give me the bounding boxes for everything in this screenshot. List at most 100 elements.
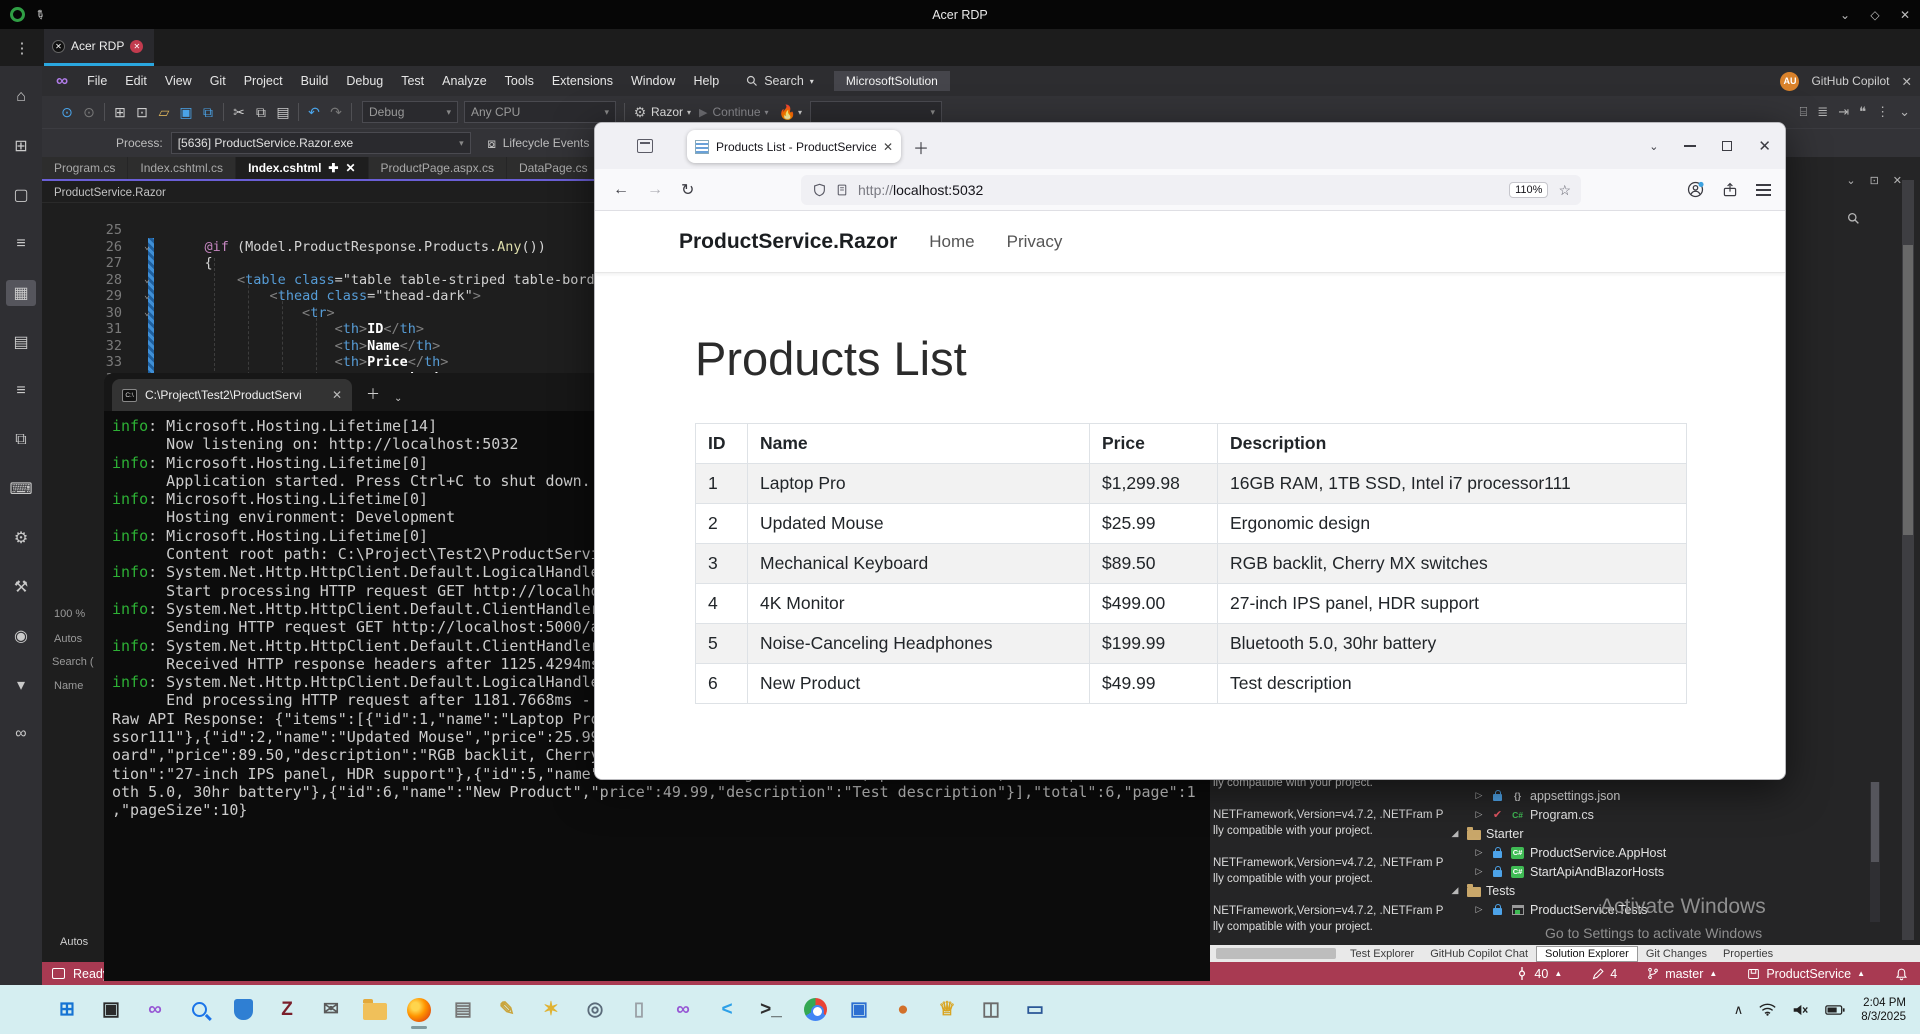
url-bar[interactable]: http://localhost:5032 110% ☆ bbox=[801, 175, 1581, 205]
terminal-dropdown-icon[interactable]: ⌄ bbox=[394, 393, 402, 404]
minimize-icon[interactable]: ⌄ bbox=[1830, 0, 1860, 29]
menu-edit[interactable]: Edit bbox=[116, 66, 156, 96]
globe-icon[interactable]: ◎ bbox=[580, 995, 610, 1025]
battery-icon[interactable] bbox=[1825, 1004, 1845, 1016]
hot-reload-icon[interactable]: 🔥 bbox=[779, 104, 796, 121]
menu-file[interactable]: File bbox=[78, 66, 116, 96]
overflow-menu-icon[interactable]: ⋮ bbox=[0, 39, 44, 57]
tools-icon[interactable]: ⚒ bbox=[6, 574, 36, 600]
editor-tab-datapage.cs[interactable]: DataPage.cs bbox=[506, 157, 600, 179]
pin-icon[interactable]: ✚ bbox=[328, 161, 338, 175]
tool-tab-properties[interactable]: Properties bbox=[1715, 947, 1781, 961]
camera-icon[interactable]: ▣ bbox=[844, 995, 874, 1025]
editor-zoom-level[interactable]: 100 % bbox=[54, 608, 85, 620]
navigate-forward-icon[interactable]: ⊙ bbox=[78, 104, 100, 121]
back-icon[interactable]: ← bbox=[613, 181, 629, 199]
nav-link-home[interactable]: Home bbox=[929, 232, 974, 252]
debug-config-dropdown[interactable]: Debug ▾ bbox=[362, 101, 458, 123]
monitor-icon[interactable]: ▭ bbox=[1020, 995, 1050, 1025]
error-item[interactable]: NETFramework,Version=v4.7.2, .NETFram P l… bbox=[1213, 903, 1445, 935]
close-session-icon[interactable]: ✕ bbox=[130, 39, 144, 53]
windows-icon[interactable]: ⧉ bbox=[6, 427, 36, 453]
widgets-icon[interactable]: ▣ bbox=[96, 995, 126, 1025]
mail-icon[interactable]: ✉ bbox=[316, 995, 346, 1025]
editor-tab-program.cs[interactable]: Program.cs bbox=[42, 157, 128, 179]
document-icon[interactable]: ▯ bbox=[624, 995, 654, 1025]
expander-icon[interactable]: ◢ bbox=[1449, 885, 1461, 896]
tool-tab-git-changes[interactable]: Git Changes bbox=[1638, 947, 1715, 961]
volume-muted-icon[interactable] bbox=[1792, 1003, 1809, 1017]
browser-maximize-icon[interactable] bbox=[1722, 141, 1733, 151]
menu-window[interactable]: Window bbox=[622, 66, 684, 96]
forward-icon[interactable]: → bbox=[647, 181, 663, 199]
dock-pin-icon[interactable]: ⊡ bbox=[1870, 174, 1879, 187]
tool-tab-github-copilot-chat[interactable]: GitHub Copilot Chat bbox=[1422, 947, 1536, 961]
autos-search-label[interactable]: Search ( bbox=[52, 656, 94, 668]
close-icon[interactable]: ✕ bbox=[1890, 0, 1920, 29]
tree-item-startapiandblazorhosts[interactable]: ▷ C# StartApiAndBlazorHosts bbox=[1445, 862, 1885, 881]
browser-close-icon[interactable]: ✕ bbox=[1758, 137, 1771, 155]
avatar[interactable]: AU bbox=[1780, 71, 1800, 91]
add-session-icon[interactable]: ⊞ bbox=[6, 133, 36, 159]
menu-lines-icon[interactable]: ≡ bbox=[6, 378, 36, 404]
vscode-icon[interactable]: < bbox=[712, 995, 742, 1025]
format-icon[interactable]: ≣ bbox=[1817, 104, 1828, 120]
autos-bottom-tab[interactable]: Autos bbox=[60, 936, 88, 948]
chrome-icon[interactable] bbox=[800, 995, 830, 1025]
file-explorer-icon[interactable] bbox=[360, 995, 390, 1025]
nav-link-privacy[interactable]: Privacy bbox=[1007, 232, 1063, 252]
tree-item-starter[interactable]: ◢ Starter bbox=[1445, 824, 1885, 843]
terminal-tab-close-icon[interactable]: ✕ bbox=[332, 388, 342, 402]
editor-tab-index.cshtml[interactable]: Index.cshtml ✚ ✕ bbox=[236, 157, 368, 179]
tray-clock[interactable]: 2:04 PM 8/3/2025 bbox=[1861, 996, 1906, 1024]
continue-label[interactable]: Continue bbox=[713, 105, 761, 119]
fold-icon[interactable]: ⌄ bbox=[122, 239, 172, 256]
expander-icon[interactable]: ▷ bbox=[1473, 790, 1485, 801]
cut-icon[interactable]: ✂ bbox=[228, 104, 250, 121]
error-item[interactable]: NETFramework,Version=v4.7.2, .NETFram P l… bbox=[1213, 807, 1445, 839]
star-app-icon[interactable]: ✶ bbox=[536, 995, 566, 1025]
dock-close-icon[interactable]: ✕ bbox=[1893, 174, 1902, 187]
menu-git[interactable]: Git bbox=[201, 66, 235, 96]
new-project-icon[interactable]: ⊞ bbox=[109, 104, 131, 121]
tab-close-icon[interactable]: ✕ bbox=[345, 161, 355, 175]
shield-icon[interactable] bbox=[813, 183, 826, 197]
github-copilot-label[interactable]: GitHub Copilot bbox=[1811, 74, 1889, 88]
grid-icon[interactable]: ▤ bbox=[6, 329, 36, 355]
expander-icon[interactable]: ▷ bbox=[1473, 809, 1485, 820]
settings-gear-icon[interactable]: ⚙ bbox=[6, 525, 36, 551]
expander-icon[interactable]: ▷ bbox=[1473, 847, 1485, 858]
fold-icon[interactable]: ⌄ bbox=[122, 288, 172, 305]
autos-panel-label[interactable]: Autos bbox=[54, 633, 82, 645]
copy-icon[interactable]: ⧉ bbox=[250, 104, 272, 121]
apps-grid-icon[interactable]: ▦ bbox=[6, 280, 36, 306]
fold-icon[interactable]: ⌄ bbox=[122, 305, 172, 322]
home-icon[interactable]: ⌂ bbox=[6, 84, 36, 110]
list-tabs-icon[interactable]: ⌄ bbox=[1649, 140, 1658, 153]
menu-view[interactable]: View bbox=[156, 66, 201, 96]
menu-hamburger-icon[interactable] bbox=[1756, 188, 1771, 191]
defender-shield-icon[interactable] bbox=[228, 995, 258, 1025]
terminal-icon[interactable]: >_ bbox=[756, 995, 786, 1025]
share-icon[interactable] bbox=[1722, 182, 1738, 198]
navigate-back-icon[interactable]: ⊙ bbox=[56, 104, 78, 121]
account-icon[interactable] bbox=[1687, 181, 1704, 198]
menu-analyze[interactable]: Analyze bbox=[433, 66, 495, 96]
terminal-new-tab-icon[interactable]: ＋ bbox=[366, 384, 380, 404]
open-folder-icon[interactable]: ▱ bbox=[153, 104, 175, 121]
fold-icon[interactable]: ⌄ bbox=[122, 272, 172, 289]
comment-icon[interactable]: ❝ bbox=[1859, 104, 1866, 120]
save-all-icon[interactable]: ⧉ bbox=[197, 104, 219, 121]
more-tools-icon[interactable]: ⋮ bbox=[1876, 104, 1889, 120]
process-dropdown[interactable]: [5636] ProductService.Razor.exe ▾ bbox=[170, 132, 471, 154]
overflow-icon[interactable]: ⌄ bbox=[1899, 104, 1910, 120]
razor-label[interactable]: Razor bbox=[651, 105, 683, 119]
visual-studio-icon[interactable]: ∞ bbox=[140, 995, 170, 1025]
menu-build[interactable]: Build bbox=[292, 66, 338, 96]
close-panel-icon[interactable]: ✕ bbox=[1902, 74, 1912, 89]
bookmark-star-icon[interactable]: ☆ bbox=[1558, 182, 1571, 199]
status-branch[interactable]: master ▲ bbox=[1647, 967, 1717, 981]
candy-icon[interactable]: ● bbox=[888, 995, 918, 1025]
expander-icon[interactable]: ▷ bbox=[1473, 866, 1485, 877]
tab-close-icon[interactable]: ✕ bbox=[883, 140, 893, 154]
